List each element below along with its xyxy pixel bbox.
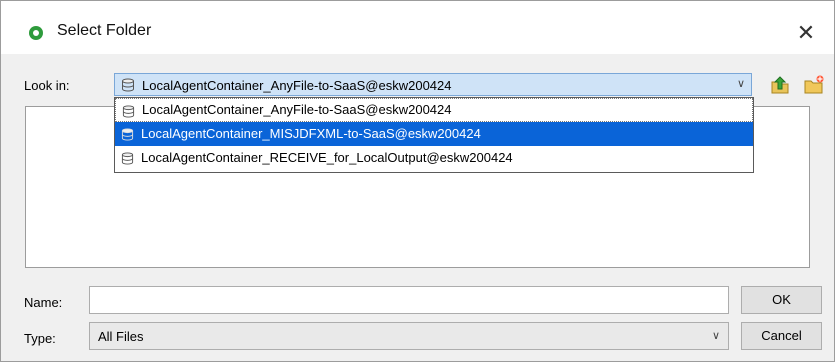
type-value: All Files [98, 329, 144, 344]
name-label: Name: [24, 295, 63, 310]
look-in-combobox[interactable]: LocalAgentContainer_AnyFile-to-SaaS@eskw… [114, 73, 752, 96]
dropdown-option-selected[interactable]: LocalAgentContainer_MISJDFXML-to-SaaS@es… [115, 122, 753, 146]
dropdown-option-label: LocalAgentContainer_MISJDFXML-to-SaaS@es… [141, 126, 481, 141]
look-in-dropdown: LocalAgentContainer_AnyFile-to-SaaS@eskw… [114, 97, 754, 173]
close-button[interactable]: ✕ [791, 18, 821, 48]
dialog-body: Look in: LocalAgentContainer_AnyFile-to-… [1, 54, 834, 361]
database-icon [122, 105, 135, 118]
look-in-label: Look in: [24, 78, 70, 93]
dropdown-option[interactable]: LocalAgentContainer_AnyFile-to-SaaS@eskw… [115, 98, 753, 122]
select-folder-dialog: Select Folder ✕ Look in: LocalAgentConta… [0, 0, 835, 362]
type-label: Type: [24, 331, 56, 346]
dropdown-option[interactable]: LocalAgentContainer_RECEIVE_for_LocalOut… [115, 146, 753, 170]
chevron-down-icon[interactable]: ∨ [737, 77, 745, 90]
dropdown-option-label: LocalAgentContainer_RECEIVE_for_LocalOut… [141, 150, 513, 165]
title-bar: Select Folder ✕ [1, 1, 834, 53]
name-input[interactable] [89, 286, 729, 314]
dropdown-option-label: LocalAgentContainer_AnyFile-to-SaaS@eskw… [142, 102, 452, 117]
up-folder-button[interactable] [769, 74, 791, 96]
cancel-button[interactable]: Cancel [741, 322, 822, 350]
new-folder-button[interactable] [803, 74, 825, 96]
dialog-title: Select Folder [57, 22, 152, 39]
new-folder-icon [804, 75, 824, 94]
type-select[interactable]: All Files ∨ [89, 322, 729, 350]
up-folder-icon [771, 76, 789, 94]
chevron-down-icon[interactable]: ∨ [712, 329, 720, 342]
look-in-value: LocalAgentContainer_AnyFile-to-SaaS@eskw… [142, 78, 452, 93]
ok-button[interactable]: OK [741, 286, 822, 314]
app-icon [29, 26, 43, 40]
database-icon [121, 152, 134, 165]
database-icon [121, 128, 134, 141]
database-icon [122, 78, 134, 92]
